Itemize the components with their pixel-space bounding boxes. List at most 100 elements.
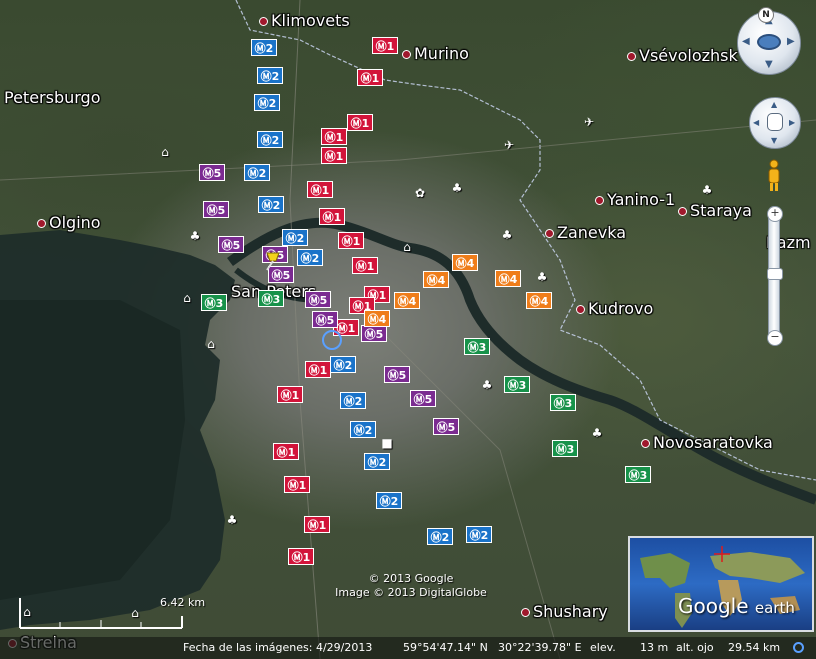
metro-station-line-2[interactable]: Ⓜ2 [257, 131, 283, 148]
place-label[interactable]: Kudrovo [576, 299, 653, 318]
move-down-arrow-icon[interactable]: ▼ [771, 136, 777, 145]
zoom-in-button[interactable]: + [767, 206, 783, 222]
metro-station-line-2[interactable]: Ⓜ2 [376, 492, 402, 509]
metro-station-line-2[interactable]: Ⓜ2 [257, 67, 283, 84]
metro-station-line-5[interactable]: Ⓜ5 [384, 366, 410, 383]
place-label[interactable]: Novosaratovka [641, 433, 773, 452]
move-right-arrow-icon[interactable]: ▶ [789, 118, 795, 127]
metro-station-line-2[interactable]: Ⓜ2 [427, 528, 453, 545]
metro-station-line-1[interactable]: Ⓜ1 [273, 443, 299, 460]
compass-north-button[interactable]: N [758, 7, 774, 23]
metro-station-line-4[interactable]: Ⓜ4 [495, 270, 521, 287]
metro-station-line-4[interactable]: Ⓜ4 [364, 310, 390, 327]
metro-station-line-3[interactable]: Ⓜ3 [504, 376, 530, 393]
metro-station-line-5[interactable]: Ⓜ5 [410, 390, 436, 407]
metro-station-line-4[interactable]: Ⓜ4 [423, 271, 449, 288]
metro-station-line-1[interactable]: Ⓜ1 [352, 257, 378, 274]
metro-station-line-3[interactable]: Ⓜ3 [258, 290, 284, 307]
street-view-pegman-icon[interactable] [766, 159, 782, 193]
tree-icon[interactable]: ♣ [188, 229, 202, 243]
move-up-arrow-icon[interactable]: ▲ [771, 100, 777, 109]
copyright-google: © 2013 Google [368, 572, 454, 585]
metro-station-line-2[interactable]: Ⓜ2 [297, 249, 323, 266]
look-left-arrow-icon[interactable]: ◀ [742, 36, 750, 47]
metro-station-line-2[interactable]: Ⓜ2 [251, 39, 277, 56]
tree-icon[interactable]: ♣ [500, 228, 514, 242]
camera-icon[interactable]: ■ [380, 436, 394, 450]
place-label[interactable]: Olgino [37, 213, 101, 232]
metro-station-line-3[interactable]: Ⓜ3 [550, 394, 576, 411]
tree-icon[interactable]: ♣ [590, 426, 604, 440]
metro-station-line-1[interactable]: Ⓜ1 [284, 476, 310, 493]
metro-station-line-2[interactable]: Ⓜ2 [258, 196, 284, 213]
metro-station-line-4[interactable]: Ⓜ4 [452, 254, 478, 271]
streaming-indicator-icon [793, 642, 804, 653]
metro-station-line-1[interactable]: Ⓜ1 [338, 232, 364, 249]
tree-icon[interactable]: ♣ [480, 378, 494, 392]
metro-station-line-5[interactable]: Ⓜ5 [312, 311, 338, 328]
place-label[interactable]: Klimovets [259, 11, 350, 30]
metro-station-line-5[interactable]: Ⓜ5 [203, 201, 229, 218]
metro-station-line-4[interactable]: Ⓜ4 [394, 292, 420, 309]
zoom-out-button[interactable]: − [767, 330, 783, 346]
metro-station-line-2[interactable]: Ⓜ2 [350, 421, 376, 438]
look-right-arrow-icon[interactable]: ▶ [787, 36, 795, 47]
metro-station-line-2[interactable]: Ⓜ2 [340, 392, 366, 409]
metro-station-line-5[interactable]: Ⓜ5 [433, 418, 459, 435]
placemark-pin-icon[interactable] [263, 249, 285, 271]
tree-icon[interactable]: ♣ [450, 181, 464, 195]
metro-station-line-2[interactable]: Ⓜ2 [466, 526, 492, 543]
elevation-label: elev. [590, 641, 616, 654]
metro-station-line-2[interactable]: Ⓜ2 [364, 453, 390, 470]
metro-station-line-1[interactable]: Ⓜ1 [307, 181, 333, 198]
zoom-slider-thumb[interactable] [767, 268, 783, 280]
tree-icon[interactable]: ♣ [700, 183, 714, 197]
metro-station-line-1[interactable]: Ⓜ1 [319, 208, 345, 225]
metro-station-line-1[interactable]: Ⓜ1 [321, 128, 347, 145]
metro-station-line-1[interactable]: Ⓜ1 [321, 147, 347, 164]
tree-icon[interactable]: ♣ [535, 270, 549, 284]
temple-icon[interactable]: ⌂ [158, 145, 172, 159]
metro-station-line-3[interactable]: Ⓜ3 [625, 466, 651, 483]
metro-station-line-1[interactable]: Ⓜ1 [288, 548, 314, 565]
metro-station-line-2[interactable]: Ⓜ2 [254, 94, 280, 111]
metro-station-line-2[interactable]: Ⓜ2 [244, 164, 270, 181]
metro-station-line-2[interactable]: Ⓜ2 [282, 229, 308, 246]
metro-station-line-5[interactable]: Ⓜ5 [305, 291, 331, 308]
metro-station-line-1[interactable]: Ⓜ1 [277, 386, 303, 403]
metro-station-line-1[interactable]: Ⓜ1 [347, 114, 373, 131]
metro-station-line-1[interactable]: Ⓜ1 [372, 37, 398, 54]
metro-station-line-1[interactable]: Ⓜ1 [305, 361, 331, 378]
metro-station-line-1[interactable]: Ⓜ1 [304, 516, 330, 533]
place-dot-icon [627, 52, 636, 61]
place-dot-icon [521, 608, 530, 617]
place-label[interactable]: Yanino-1 [595, 190, 675, 209]
metro-station-line-5[interactable]: Ⓜ5 [199, 164, 225, 181]
metro-station-line-3[interactable]: Ⓜ3 [201, 294, 227, 311]
look-down-arrow-icon[interactable]: ▼ [765, 59, 773, 70]
tree-icon[interactable]: ♣ [225, 513, 239, 527]
metro-station-line-3[interactable]: Ⓜ3 [552, 440, 578, 457]
place-label[interactable]: Petersburgo [4, 88, 101, 107]
place-dot-icon [678, 207, 687, 216]
palette-icon[interactable]: ✿ [413, 186, 427, 200]
place-label[interactable]: Murino [402, 44, 469, 63]
temple-icon[interactable]: ⌂ [180, 291, 194, 305]
place-label[interactable]: Staraya [678, 201, 752, 220]
temple-icon[interactable]: ⌂ [400, 240, 414, 254]
plane-icon[interactable]: ✈ [582, 115, 596, 129]
place-label[interactable]: Shushary [521, 602, 608, 621]
temple-icon[interactable]: ⌂ [204, 337, 218, 351]
place-label[interactable]: Zanevka [545, 223, 626, 242]
metro-station-line-3[interactable]: Ⓜ3 [464, 338, 490, 355]
metro-station-line-5[interactable]: Ⓜ5 [218, 236, 244, 253]
metro-station-line-4[interactable]: Ⓜ4 [526, 292, 552, 309]
move-control[interactable]: ▲ ▼ ◀ ▶ [749, 97, 801, 149]
metro-station-line-1[interactable]: Ⓜ1 [357, 69, 383, 86]
logo-google-text: Google [678, 594, 749, 618]
plane-icon[interactable]: ✈ [502, 138, 516, 152]
move-left-arrow-icon[interactable]: ◀ [753, 118, 759, 127]
place-label[interactable]: Vsévolozhsk [627, 46, 738, 65]
metro-station-line-2[interactable]: Ⓜ2 [330, 356, 356, 373]
place-name: Staraya [690, 201, 752, 220]
